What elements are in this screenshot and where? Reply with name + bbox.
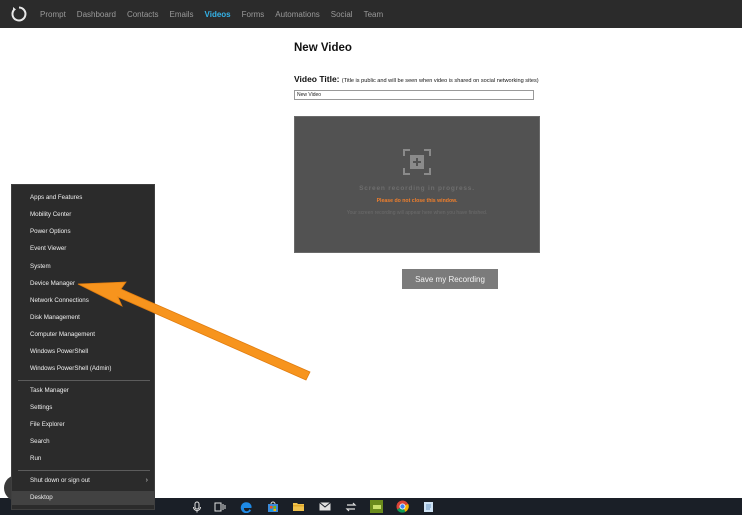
menu-power-options[interactable]: Power Options xyxy=(12,225,154,239)
screen-capture-plus-icon xyxy=(403,149,431,175)
menu-search[interactable]: Search xyxy=(12,435,154,449)
video-title-label: Video Title: (Title is public and will b… xyxy=(294,74,539,84)
menu-run[interactable]: Run xyxy=(12,452,154,466)
sync-icon[interactable] xyxy=(344,500,357,513)
recording-preview-panel: Screen recording in progress. Please do … xyxy=(294,116,540,253)
video-title-label-text: Video Title: xyxy=(294,74,340,84)
chrome-icon[interactable] xyxy=(396,500,409,513)
nav-contacts[interactable]: Contacts xyxy=(127,10,159,19)
green-app-icon[interactable] xyxy=(370,500,383,513)
edge-icon[interactable] xyxy=(240,500,253,513)
menu-disk-management[interactable]: Disk Management xyxy=(12,311,154,325)
nav-team[interactable]: Team xyxy=(364,10,384,19)
nav-automations[interactable]: Automations xyxy=(275,10,319,19)
screen: Prompt Dashboard Contacts Emails Videos … xyxy=(0,0,742,515)
video-title-input[interactable] xyxy=(294,90,534,100)
mic-icon[interactable] xyxy=(190,500,203,513)
menu-device-manager[interactable]: Device Manager xyxy=(12,277,154,291)
mail-icon[interactable] xyxy=(318,500,331,513)
notepad-icon[interactable] xyxy=(422,500,435,513)
menu-settings[interactable]: Settings xyxy=(12,401,154,415)
nav-social[interactable]: Social xyxy=(331,10,353,19)
recording-status-text: Screen recording in progress. xyxy=(359,185,475,192)
nav-emails[interactable]: Emails xyxy=(170,10,194,19)
menu-separator xyxy=(18,380,150,381)
menu-shut-down-label: Shut down or sign out xyxy=(30,477,90,484)
video-title-hint: (Title is public and will be seen when v… xyxy=(341,78,539,84)
save-recording-button[interactable]: Save my Recording xyxy=(402,269,498,289)
menu-windows-powershell[interactable]: Windows PowerShell xyxy=(12,345,154,359)
menu-event-viewer[interactable]: Event Viewer xyxy=(12,242,154,256)
nav-forms[interactable]: Forms xyxy=(242,10,265,19)
menu-desktop[interactable]: Desktop xyxy=(12,491,154,505)
task-view-icon[interactable] xyxy=(213,500,226,513)
menu-windows-powershell-admin[interactable]: Windows PowerShell (Admin) xyxy=(12,362,154,376)
recording-warning-text: Please do not close this window. xyxy=(376,198,458,204)
menu-computer-management[interactable]: Computer Management xyxy=(12,328,154,342)
menu-apps-and-features[interactable]: Apps and Features xyxy=(12,191,154,205)
nav-dashboard[interactable]: Dashboard xyxy=(77,10,116,19)
page-title: New Video xyxy=(294,42,352,54)
menu-file-explorer[interactable]: File Explorer xyxy=(12,418,154,432)
winx-context-menu: Apps and Features Mobility Center Power … xyxy=(11,184,155,510)
store-icon[interactable] xyxy=(266,500,279,513)
app-logo-icon[interactable] xyxy=(8,3,30,25)
menu-separator xyxy=(18,470,150,471)
menu-mobility-center[interactable]: Mobility Center xyxy=(12,208,154,222)
menu-network-connections[interactable]: Network Connections xyxy=(12,294,154,308)
nav-videos[interactable]: Videos xyxy=(205,10,231,19)
recording-note-text: Your screen recording will appear here w… xyxy=(346,210,488,216)
menu-task-manager[interactable]: Task Manager xyxy=(12,384,154,398)
menu-shut-down-or-sign-out[interactable]: Shut down or sign out › xyxy=(12,474,154,488)
chevron-right-icon: › xyxy=(145,477,148,484)
menu-system[interactable]: System xyxy=(12,260,154,274)
nav-prompt[interactable]: Prompt xyxy=(40,10,66,19)
top-navigation-bar: Prompt Dashboard Contacts Emails Videos … xyxy=(0,0,742,28)
file-explorer-icon[interactable] xyxy=(292,500,305,513)
